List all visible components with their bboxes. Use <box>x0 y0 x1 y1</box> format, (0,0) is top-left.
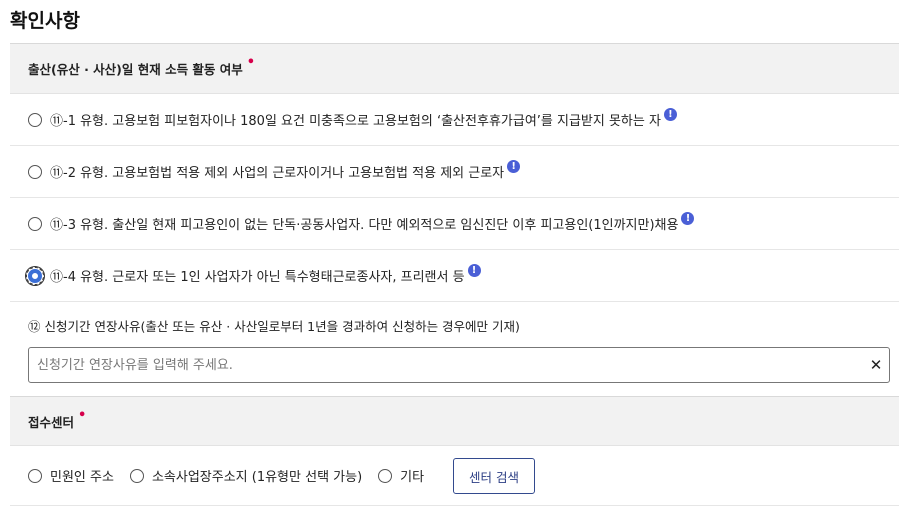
option-label: 기타 <box>400 470 425 485</box>
section-header-income-activity: 출산(유산 · 사산)일 현재 소득 활동 여부 • <box>10 43 899 94</box>
info-icon[interactable]: ! <box>663 108 677 121</box>
option-workplace-address[interactable]: 소속사업장주소지 (1유형만 선택 가능) <box>129 466 363 485</box>
option-label: 소속사업장주소지 (1유형만 선택 가능) <box>151 470 363 485</box>
radio-button-selected[interactable] <box>26 266 44 285</box>
extension-reason-label: ⑫ 신청기간 연장사유(출산 또는 유산 · 사산일로부터 1년을 경과하여 신… <box>28 319 520 334</box>
extension-reason-input[interactable] <box>29 349 863 381</box>
section-title: 접수센터 <box>28 414 75 430</box>
radio-button[interactable] <box>28 112 42 127</box>
option-applicant-address[interactable]: 민원인 주소 <box>28 466 114 485</box>
info-icon[interactable]: ! <box>507 160 521 173</box>
info-icon[interactable]: ! <box>681 212 695 225</box>
option-row-type-11-3[interactable]: ⑪-3 유형. 출산일 현재 피고용인이 없는 단독·공동사업자. 다만 예외적… <box>10 198 899 250</box>
radio-button[interactable] <box>28 164 42 179</box>
center-search-button[interactable]: 센터 검색 <box>453 458 535 494</box>
required-mark: • <box>246 55 256 70</box>
option-label: ⑪-2 유형. 고용보험법 적용 제외 사업의 근로자이거나 고용보험법 적용 … <box>50 166 505 181</box>
clear-icon[interactable]: ✕ <box>863 356 889 374</box>
option-label: 민원인 주소 <box>50 470 114 485</box>
radio-button[interactable] <box>28 468 42 483</box>
section-title: 출산(유산 · 사산)일 현재 소득 활동 여부 <box>28 62 243 77</box>
required-mark: • <box>78 407 87 423</box>
radio-button[interactable] <box>378 468 393 483</box>
section-header-reception-center: 접수센터 • <box>10 396 899 446</box>
info-icon[interactable]: ! <box>467 264 481 277</box>
option-other[interactable]: 기타 <box>378 466 424 485</box>
radio-button[interactable] <box>129 468 144 483</box>
option-row-type-11-1[interactable]: ⑪-1 유형. 고용보험 피보험자이나 180일 요건 미충족으로 고용보험의 … <box>10 94 899 146</box>
option-row-type-11-4[interactable]: ⑪-4 유형. 근로자 또는 1인 사업자가 아닌 특수형태근로종사자, 프리랜… <box>10 250 899 302</box>
option-label: ⑪-4 유형. 근로자 또는 1인 사업자가 아닌 특수형태근로종사자, 프리랜… <box>50 270 465 285</box>
option-label: ⑪-1 유형. 고용보험 피보험자이나 180일 요건 미충족으로 고용보험의 … <box>50 114 661 129</box>
option-row-type-11-2[interactable]: ⑪-2 유형. 고용보험법 적용 제외 사업의 근로자이거나 고용보험법 적용 … <box>10 146 899 198</box>
page-title: 확인사항 <box>10 10 80 32</box>
extension-reason-field[interactable]: ✕ <box>28 347 890 383</box>
radio-button[interactable] <box>28 216 42 231</box>
option-label: ⑪-3 유형. 출산일 현재 피고용인이 없는 단독·공동사업자. 다만 예외적… <box>50 218 679 233</box>
